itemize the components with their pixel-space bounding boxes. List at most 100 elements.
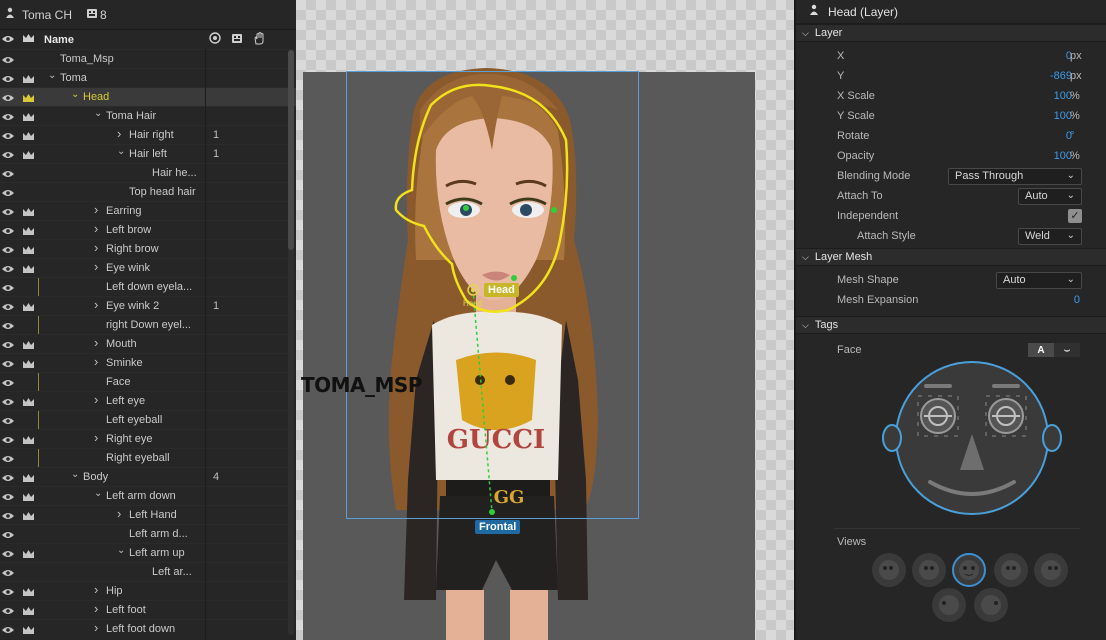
layer-name[interactable]: Face bbox=[106, 376, 130, 388]
chevron-down-icon[interactable]: ⌄ bbox=[117, 545, 125, 556]
tags-column-icon[interactable] bbox=[231, 32, 243, 48]
visibility-eye-icon[interactable] bbox=[0, 127, 16, 144]
crown-icon[interactable] bbox=[20, 165, 37, 182]
layer-row[interactable]: ⌄ Left arm up bbox=[0, 543, 296, 562]
face-tag-diagram[interactable] bbox=[880, 360, 1064, 523]
layer-name[interactable]: Left eyeball bbox=[106, 414, 162, 426]
crown-icon[interactable] bbox=[20, 260, 37, 277]
crown-icon[interactable] bbox=[20, 222, 37, 239]
chevron-right-icon[interactable]: › bbox=[94, 297, 98, 312]
layer-name[interactable]: Left down eyela... bbox=[106, 281, 192, 293]
layer-row[interactable]: › Right brow bbox=[0, 239, 296, 258]
crown-icon[interactable] bbox=[20, 355, 37, 372]
layer-name[interactable]: Left arm up bbox=[129, 547, 185, 559]
attach-style-select[interactable]: Weld ⌄ bbox=[1018, 227, 1082, 245]
crown-icon[interactable] bbox=[20, 602, 37, 619]
origin-column-icon[interactable] bbox=[209, 31, 221, 48]
left-ear-tag[interactable] bbox=[882, 424, 902, 452]
visibility-eye-icon[interactable] bbox=[0, 165, 16, 182]
layer-name[interactable]: Left arm d... bbox=[129, 528, 188, 540]
crown-icon[interactable] bbox=[20, 450, 37, 467]
visibility-eye-icon[interactable] bbox=[0, 108, 16, 125]
chevron-right-icon[interactable]: › bbox=[94, 392, 98, 407]
crown-icon[interactable] bbox=[20, 564, 37, 581]
chevron-down-icon[interactable]: ⌄ bbox=[71, 469, 79, 480]
crown-icon[interactable] bbox=[20, 203, 37, 220]
crown-icon[interactable] bbox=[20, 488, 37, 505]
crown-icon[interactable] bbox=[20, 108, 37, 125]
visibility-eye-icon[interactable] bbox=[0, 203, 16, 220]
layer-row[interactable]: Left ar... bbox=[0, 562, 296, 581]
layer-row[interactable]: ⌄ Toma Hair bbox=[0, 106, 296, 125]
toggle-face[interactable]: ⌣ bbox=[1054, 343, 1080, 357]
chevron-right-icon[interactable]: › bbox=[94, 202, 98, 217]
layer-name[interactable]: Left ar... bbox=[152, 566, 192, 578]
crown-icon[interactable] bbox=[20, 317, 37, 334]
visibility-eye-icon[interactable] bbox=[0, 469, 16, 486]
crown-column-icon[interactable] bbox=[20, 33, 36, 46]
visibility-eye-icon[interactable] bbox=[0, 583, 16, 600]
chevron-right-icon[interactable]: › bbox=[94, 221, 98, 236]
visibility-eye-icon[interactable] bbox=[0, 602, 16, 619]
crown-icon[interactable] bbox=[20, 336, 37, 353]
visibility-eye-icon[interactable] bbox=[0, 184, 16, 201]
layer-name[interactable]: Eye wink 2 bbox=[106, 300, 159, 312]
layer-name[interactable]: Toma_Msp bbox=[60, 53, 114, 65]
visibility-eye-icon[interactable] bbox=[0, 545, 16, 562]
layer-name[interactable]: Right brow bbox=[106, 243, 159, 255]
left-brow-tag[interactable] bbox=[924, 384, 952, 388]
visibility-eye-icon[interactable] bbox=[0, 374, 16, 391]
chevron-right-icon[interactable]: › bbox=[94, 430, 98, 445]
layer-row[interactable]: Left eyeball bbox=[0, 410, 296, 430]
crown-icon[interactable] bbox=[20, 298, 37, 315]
layer-name[interactable]: Left eye bbox=[106, 395, 145, 407]
layer-name[interactable]: Eye wink bbox=[106, 262, 150, 274]
chevron-right-icon[interactable]: › bbox=[94, 601, 98, 616]
frontal-tag-label[interactable]: Frontal bbox=[475, 520, 521, 534]
visibility-eye-icon[interactable] bbox=[0, 89, 16, 106]
chevron-right-icon[interactable]: › bbox=[117, 126, 121, 141]
layer-row[interactable]: › Left Hand bbox=[0, 505, 296, 524]
crown-icon[interactable] bbox=[20, 507, 37, 524]
layer-name[interactable]: Sminke bbox=[106, 357, 143, 369]
layer-name[interactable]: Hair left bbox=[129, 148, 167, 160]
scene-canvas[interactable]: GUCCI GG TOMA_MSP Head Head Frontal bbox=[296, 0, 794, 640]
chevron-down-icon[interactable]: ⌄ bbox=[94, 108, 102, 119]
layer-row[interactable]: › Hip bbox=[0, 581, 296, 600]
hand-column-icon[interactable] bbox=[253, 31, 265, 48]
name-column-header[interactable]: Name bbox=[44, 34, 74, 46]
visibility-eye-icon[interactable] bbox=[0, 279, 16, 296]
chevron-right-icon[interactable]: › bbox=[94, 620, 98, 635]
crown-icon[interactable] bbox=[20, 89, 37, 106]
mesh-section-header[interactable]: ⌵ Layer Mesh bbox=[796, 248, 1106, 266]
layer-row[interactable]: ⌄ Head bbox=[0, 87, 296, 106]
scrollbar-thumb[interactable] bbox=[288, 50, 294, 250]
layer-row[interactable]: › Left foot down bbox=[0, 619, 296, 638]
layer-section-header[interactable]: ⌵ Layer bbox=[796, 24, 1106, 42]
layer-row[interactable]: ⌄ Left arm down bbox=[0, 486, 296, 505]
chevron-down-icon[interactable]: ⌄ bbox=[117, 146, 125, 157]
layer-name[interactable]: Top head hair bbox=[129, 186, 196, 198]
layer-row[interactable]: ⌄ Hair left 1 bbox=[0, 144, 296, 163]
layer-name[interactable]: right Down eyel... bbox=[106, 319, 191, 331]
visibility-eye-icon[interactable] bbox=[0, 317, 16, 334]
layer-name[interactable]: Left foot bbox=[106, 604, 146, 616]
layer-name[interactable]: Toma bbox=[60, 72, 87, 84]
layer-row[interactable]: › Left eye bbox=[0, 391, 296, 410]
layer-name[interactable]: Body bbox=[83, 471, 108, 483]
crown-icon[interactable] bbox=[20, 127, 37, 144]
crown-icon[interactable] bbox=[20, 279, 37, 296]
crown-icon[interactable] bbox=[20, 431, 37, 448]
visibility-eye-icon[interactable] bbox=[0, 298, 16, 315]
layer-name[interactable]: Left brow bbox=[106, 224, 151, 236]
crown-icon[interactable] bbox=[20, 469, 37, 486]
layer-name[interactable]: Hair he... bbox=[152, 167, 197, 179]
visibility-eye-icon[interactable] bbox=[0, 431, 16, 448]
layer-name[interactable]: Mouth bbox=[106, 338, 137, 350]
toggle-alpha[interactable]: A bbox=[1028, 343, 1054, 357]
layer-row[interactable]: › Mouth bbox=[0, 334, 296, 353]
crown-icon[interactable] bbox=[20, 393, 37, 410]
chevron-down-icon[interactable]: ⌄ bbox=[48, 70, 56, 81]
chevron-down-icon[interactable]: ⌄ bbox=[71, 89, 79, 100]
visibility-eye-icon[interactable] bbox=[0, 450, 16, 467]
